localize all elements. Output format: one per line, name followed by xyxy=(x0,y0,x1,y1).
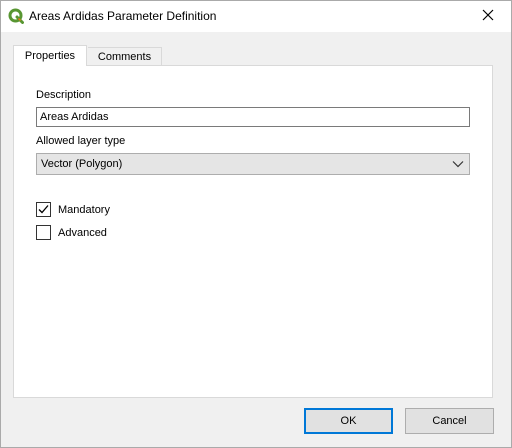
ok-button[interactable]: OK xyxy=(304,408,393,434)
close-button[interactable] xyxy=(465,1,511,32)
layer-type-dropdown[interactable]: Vector (Polygon) xyxy=(36,153,470,175)
cancel-button[interactable]: Cancel xyxy=(405,408,494,434)
mandatory-label: Mandatory xyxy=(58,204,110,216)
mandatory-checkbox[interactable] xyxy=(36,202,51,217)
tab-label: Properties xyxy=(24,50,76,62)
advanced-checkbox[interactable] xyxy=(36,225,51,240)
layer-type-label: Allowed layer type xyxy=(36,135,126,147)
dropdown-value: Vector (Polygon) xyxy=(41,158,123,170)
ok-button-label: OK xyxy=(340,415,357,427)
dialog-window: Areas Ardidas Parameter Definition Prope… xyxy=(0,0,512,448)
tab-properties[interactable]: Properties xyxy=(13,45,87,66)
description-input[interactable]: Areas Ardidas xyxy=(36,107,470,127)
close-icon xyxy=(482,9,494,24)
qgis-logo-icon xyxy=(8,8,24,24)
advanced-label: Advanced xyxy=(58,227,107,239)
checkmark-icon xyxy=(38,205,49,214)
title-bar[interactable]: Areas Ardidas Parameter Definition xyxy=(1,1,511,32)
description-label: Description xyxy=(36,89,92,101)
cancel-button-label: Cancel xyxy=(432,415,467,427)
chevron-down-icon xyxy=(452,159,464,169)
window-title: Areas Ardidas Parameter Definition xyxy=(29,9,217,23)
tab-label: Comments xyxy=(97,51,152,63)
tab-comments[interactable]: Comments xyxy=(88,47,162,66)
